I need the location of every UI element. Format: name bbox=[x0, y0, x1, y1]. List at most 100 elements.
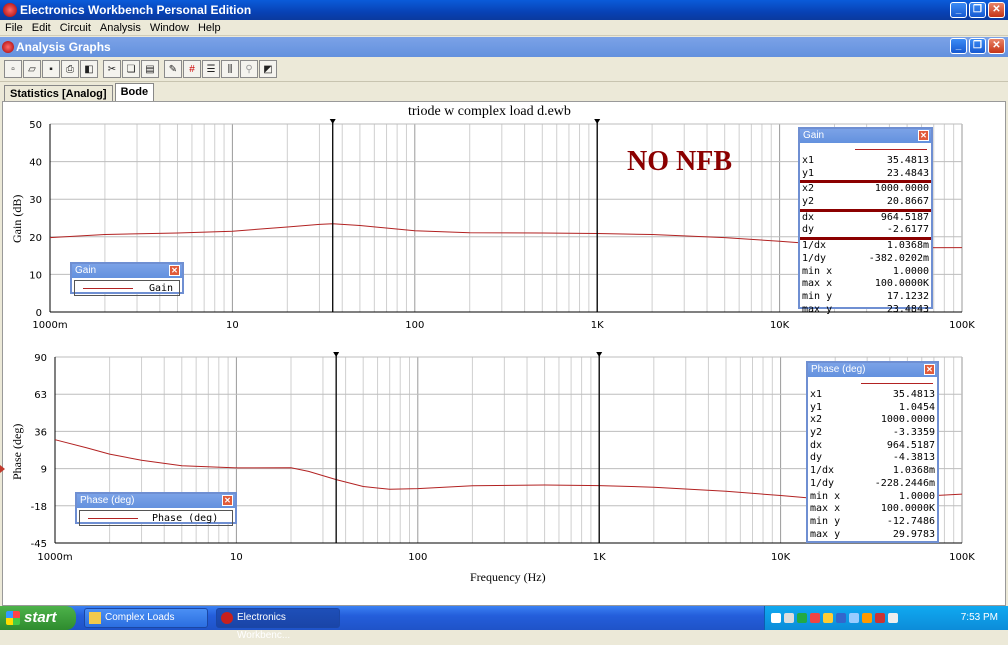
x-tick-label: 1000m bbox=[32, 320, 67, 331]
cursor-row-key: y1 bbox=[810, 401, 823, 413]
x-tick-label: 10 bbox=[230, 552, 243, 563]
cursor-row-key: min x bbox=[802, 265, 833, 277]
phase-cursor-swatch bbox=[808, 377, 937, 389]
cursor-row-value: 1.0368m bbox=[886, 240, 929, 252]
cursor-row-value: 35.4813 bbox=[892, 389, 935, 400]
y-tick-label: 50 bbox=[29, 120, 42, 131]
cursor-row-value: -228.2446m bbox=[874, 477, 935, 489]
gain-y-axis-label: Gain (dB) bbox=[10, 194, 24, 243]
cursor-row-key: dy bbox=[802, 224, 815, 236]
cursor-row-value: 23.4843 bbox=[886, 167, 929, 179]
cursor-row-x1: x1 35.4813 bbox=[808, 389, 937, 402]
x-tick-label: 1K bbox=[593, 552, 606, 563]
annotation-text: NO NFB bbox=[627, 146, 732, 177]
cursor-row-value: 17.1232 bbox=[886, 290, 929, 302]
volume-icon[interactable] bbox=[784, 613, 794, 623]
display-icon[interactable] bbox=[849, 613, 859, 623]
cursor-row-key: dx bbox=[802, 211, 815, 223]
folder-icon bbox=[89, 612, 101, 624]
cursor-row-key: 1/dx bbox=[810, 465, 835, 477]
y-tick-label: 40 bbox=[29, 158, 42, 169]
security-icon[interactable] bbox=[810, 613, 820, 623]
network-icon[interactable] bbox=[797, 613, 807, 623]
cursor-row-maxx: max x 100.0000K bbox=[800, 278, 931, 291]
cursor-row-miny: min y -12.7486 bbox=[808, 516, 937, 529]
update-icon[interactable] bbox=[862, 613, 872, 623]
close-icon[interactable]: ✕ bbox=[918, 130, 929, 141]
cursor-row-1dx: 1/dx 1.0368m bbox=[800, 240, 931, 253]
cursor-row-key: max x bbox=[802, 278, 833, 290]
phase-cursor-panel[interactable]: Phase (deg) ✕ x1 35.4813 y1 1.0454 x2 1000.000… bbox=[806, 361, 939, 543]
cursor-row-key: dx bbox=[810, 439, 823, 451]
y-tick-label: 90 bbox=[34, 353, 47, 364]
x-tick-label: 100K bbox=[949, 552, 975, 563]
cursor-row-value: -3.3359 bbox=[892, 427, 935, 439]
cursor-marker-icon bbox=[329, 119, 336, 124]
cursor-row-maxx: max x 100.0000K bbox=[808, 503, 937, 516]
cursor-row-value: 23.4843 bbox=[886, 303, 929, 315]
cursor-row-key: x1 bbox=[802, 155, 815, 166]
y-tick-label: 10 bbox=[29, 270, 42, 281]
gain-legend-swatch bbox=[83, 288, 133, 289]
gain-legend[interactable]: Gain ✕ Gain bbox=[70, 262, 184, 296]
cursor-row-value: 100.0000K bbox=[880, 503, 935, 515]
cursor-row-maxy: max y 23.4843 bbox=[800, 304, 931, 317]
taskbar-item-electronics-workbench[interactable]: Electronics Workbenc... bbox=[216, 608, 340, 641]
x-tick-label: 1K bbox=[591, 320, 604, 331]
bluetooth-icon[interactable] bbox=[836, 613, 846, 623]
phase-cursor-title: Phase (deg) bbox=[811, 364, 866, 375]
help-icon[interactable] bbox=[771, 613, 781, 623]
phase-legend[interactable]: Phase (deg) ✕ Phase (deg) bbox=[75, 492, 237, 526]
start-button[interactable]: start bbox=[0, 606, 76, 630]
x-tick-label: 100 bbox=[405, 320, 424, 331]
cursor-row-key: y2 bbox=[802, 196, 815, 208]
cursor-row-value: 1.0000 bbox=[892, 265, 929, 277]
cursor-row-dy: dy -4.3813 bbox=[808, 452, 937, 465]
taskbar: start Complex Loads Electronics Workbenc… bbox=[0, 606, 1008, 641]
cursor-row-value: 100.0000K bbox=[874, 278, 929, 290]
close-icon[interactable]: ✕ bbox=[169, 265, 180, 276]
cursor-row-1dy: 1/dy -228.2446m bbox=[808, 478, 937, 491]
x-tick-label: 10K bbox=[770, 320, 790, 331]
cursor-marker-icon bbox=[596, 352, 603, 357]
x-axis-label: Frequency (Hz) bbox=[470, 570, 546, 584]
gain-legend-title: Gain bbox=[75, 265, 97, 276]
cursor-row-key: dy bbox=[810, 452, 823, 464]
cursor-row-value: 1000.0000 bbox=[874, 183, 929, 195]
cursor-row-x1: x1 35.4813 bbox=[800, 155, 931, 168]
gain-cursor-panel[interactable]: Gain ✕ x1 35.4813 y1 23.4843 x2 1000.0000 y2 20.… bbox=[798, 127, 933, 315]
cursor-row-value: 20.8667 bbox=[886, 196, 929, 208]
taskbar-item-complex-loads[interactable]: Complex Loads bbox=[84, 608, 208, 628]
cursor-row-value: -382.0202m bbox=[868, 252, 929, 264]
cursor-row-value: 964.5187 bbox=[880, 211, 929, 223]
cursor-row-y1: y1 23.4843 bbox=[800, 168, 931, 181]
y-tick-label: -45 bbox=[31, 539, 47, 550]
cursor-row-key: 1/dx bbox=[802, 240, 827, 252]
cursor-row-minx: min x 1.0000 bbox=[808, 491, 937, 504]
cursor-row-value: 29.9783 bbox=[892, 528, 935, 540]
printer-icon[interactable] bbox=[888, 613, 898, 623]
cursor-row-key: y1 bbox=[802, 167, 815, 179]
cursor-row-x2: x2 1000.0000 bbox=[800, 183, 931, 196]
cursor-row-value: 1.0454 bbox=[898, 401, 935, 413]
shield-icon[interactable] bbox=[823, 613, 833, 623]
cursor-row-key: 1/dy bbox=[802, 252, 827, 264]
cursor-row-1dx: 1/dx 1.0368m bbox=[808, 465, 937, 478]
x-tick-label: 10 bbox=[226, 320, 239, 331]
cursor-row-dx: dx 964.5187 bbox=[808, 440, 937, 453]
cursor-row-y2: y2 20.8667 bbox=[800, 196, 931, 209]
y-tick-label: 63 bbox=[34, 390, 47, 401]
cursor-row-key: x2 bbox=[802, 183, 815, 195]
cursor-marker-icon bbox=[333, 352, 340, 357]
close-icon[interactable]: ✕ bbox=[924, 364, 935, 375]
cursor-row-key: max y bbox=[810, 528, 841, 540]
x-tick-label: 1000m bbox=[37, 552, 72, 563]
close-icon[interactable]: ✕ bbox=[222, 495, 233, 506]
cursor-row-key: x1 bbox=[810, 389, 823, 400]
antivirus-icon[interactable] bbox=[875, 613, 885, 623]
y-tick-label: 0 bbox=[36, 308, 42, 319]
gain-cursor-title: Gain bbox=[803, 130, 825, 141]
phase-legend-swatch bbox=[88, 518, 138, 519]
y-tick-label: -18 bbox=[31, 502, 47, 513]
y-tick-label: 20 bbox=[29, 233, 42, 244]
